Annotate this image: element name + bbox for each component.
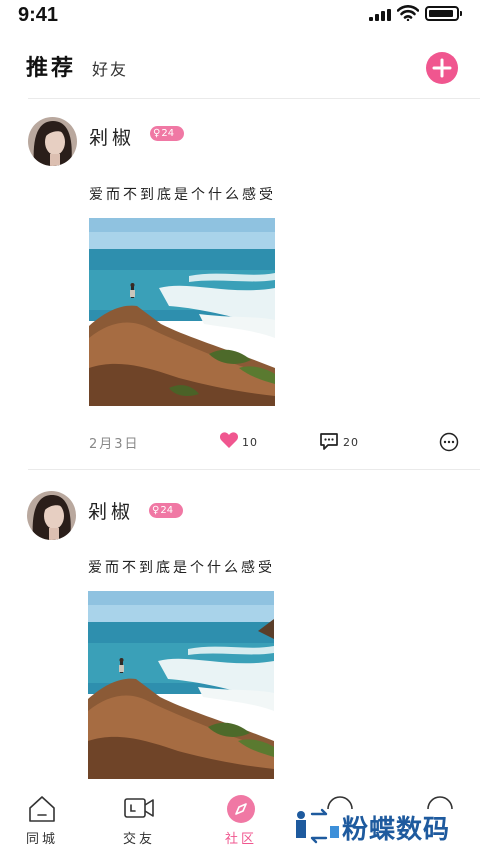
video-icon xyxy=(124,798,154,818)
status-time: 9:41 xyxy=(18,4,59,26)
post-image[interactable] xyxy=(89,218,275,406)
comment-icon[interactable] xyxy=(319,432,339,451)
tab-nearby[interactable]: 同城 xyxy=(7,786,77,853)
post-card[interactable]: 剁椒 ♀24 爱而不到底是个什么感受 2月3日 10 20 xyxy=(0,117,480,457)
compass-icon xyxy=(227,795,255,823)
gender-age-badge: ♀24 xyxy=(149,503,183,518)
tab-friends[interactable]: 好友 xyxy=(92,56,128,80)
cellular-signal-icon xyxy=(369,9,393,21)
battery-icon xyxy=(425,6,462,21)
tab-recommend[interactable]: 推荐 xyxy=(26,50,76,82)
divider xyxy=(28,98,480,99)
comment-count: 20 xyxy=(343,436,359,449)
wifi-icon xyxy=(397,5,419,21)
avatar[interactable] xyxy=(28,117,77,166)
tab-label: 社区 xyxy=(224,832,257,847)
post-card[interactable]: 剁椒 ♀24 爱而不到底是个什么感受 xyxy=(0,491,480,786)
tab-friends-nav[interactable]: 交友 xyxy=(104,786,174,853)
post-image[interactable] xyxy=(88,591,274,779)
username[interactable]: 剁椒 xyxy=(88,497,134,524)
female-icon: ♀ xyxy=(153,128,161,139)
status-bar: 9:41 xyxy=(0,0,480,32)
post-text: 爱而不到底是个什么感受 xyxy=(88,560,275,576)
tab-label: 同城 xyxy=(25,832,58,847)
like-count: 10 xyxy=(242,436,258,449)
post-date: 2月3日 xyxy=(89,437,140,452)
plus-icon xyxy=(432,58,452,78)
post-meta-row: 2月3日 10 20 xyxy=(0,431,480,453)
watermark: 粉蝶数码 xyxy=(296,806,476,846)
more-icon[interactable] xyxy=(439,432,459,452)
tab-community[interactable]: 社区 xyxy=(206,786,276,853)
username[interactable]: 剁椒 xyxy=(89,123,135,150)
feed-header: 推荐 好友 xyxy=(0,40,480,98)
gender-age-badge: ♀24 xyxy=(150,126,184,141)
heart-icon[interactable] xyxy=(219,431,239,449)
female-icon: ♀ xyxy=(152,505,160,516)
add-post-button[interactable] xyxy=(426,52,458,84)
avatar[interactable] xyxy=(27,491,76,540)
home-icon xyxy=(29,796,55,822)
tab-label: 交友 xyxy=(122,832,155,847)
age-label: 24 xyxy=(160,505,174,516)
watermark-logo-icon xyxy=(296,808,339,844)
divider xyxy=(28,469,480,470)
watermark-text: 粉蝶数码 xyxy=(342,815,451,845)
post-text: 爱而不到底是个什么感受 xyxy=(89,187,276,203)
age-label: 24 xyxy=(161,128,175,139)
